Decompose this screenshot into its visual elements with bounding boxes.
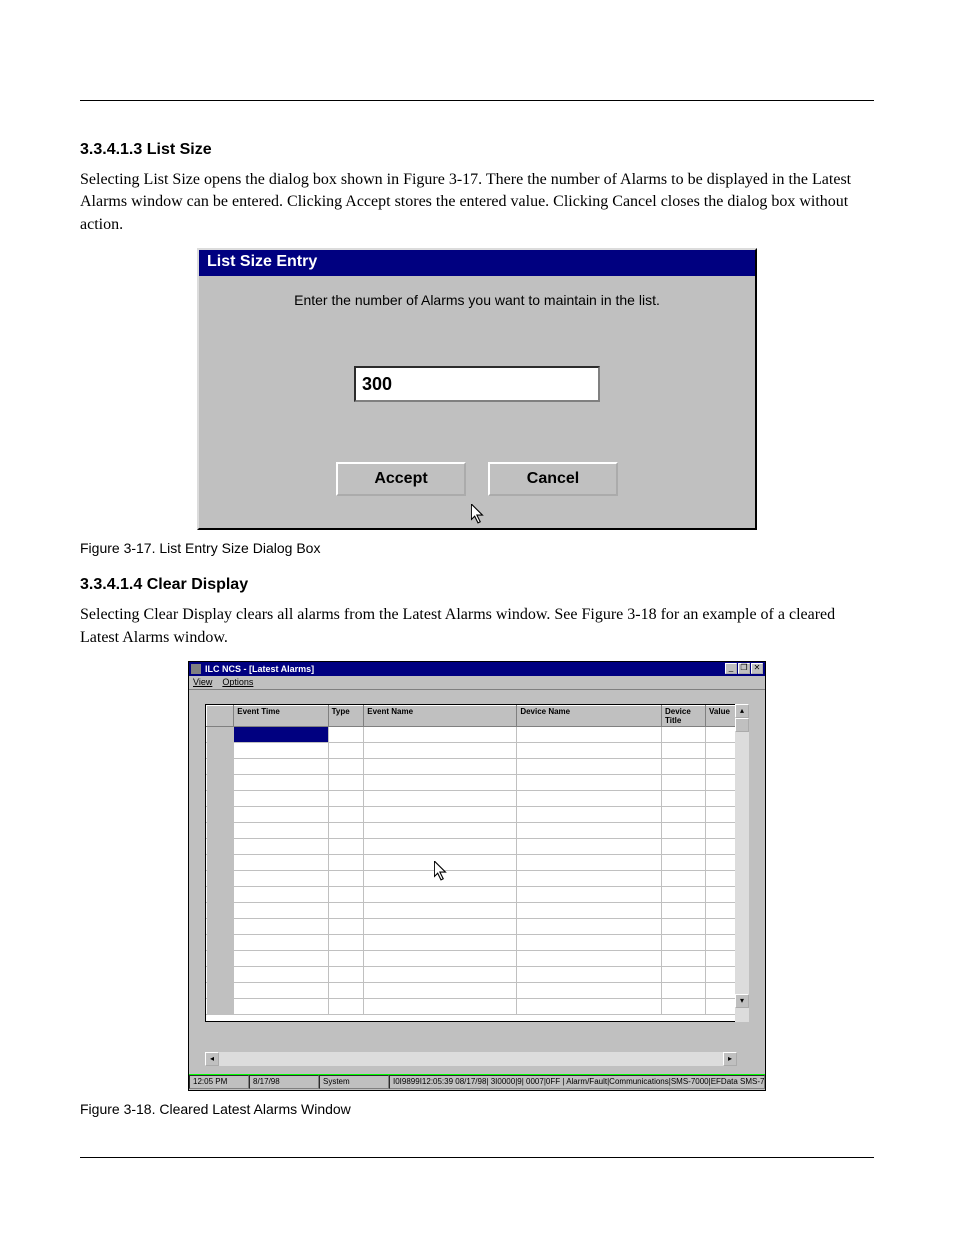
table-row[interactable] — [207, 790, 748, 806]
horizontal-scrollbar[interactable]: ◂ ▸ — [205, 1052, 737, 1066]
table-row[interactable] — [207, 774, 748, 790]
scroll-up-button[interactable]: ▴ — [735, 704, 749, 718]
menu-options[interactable]: Options — [222, 677, 253, 687]
status-mode: System — [319, 1075, 389, 1089]
table-row[interactable] — [207, 870, 748, 886]
table-row[interactable] — [207, 758, 748, 774]
table-header-row: Event Time Type Event Name Device Name D… — [207, 705, 748, 726]
column-header-event-time[interactable]: Event Time — [234, 705, 328, 726]
paragraph-clear-display: Selecting Clear Display clears all alarm… — [80, 604, 874, 649]
window-titlebar: ILC NCS - [Latest Alarms] _ ❐ ✕ — [189, 662, 765, 676]
column-header-event-name[interactable]: Event Name — [364, 705, 517, 726]
section-heading-clear-display: 3.3.4.1.4 Clear Display — [80, 576, 874, 594]
status-bar: 12:05 PM 8/17/98 System I0I9899I12:05:39… — [189, 1074, 765, 1090]
close-button[interactable]: ✕ — [751, 663, 763, 674]
status-date: 8/17/98 — [249, 1075, 319, 1089]
scroll-right-button[interactable]: ▸ — [723, 1052, 737, 1066]
list-size-input[interactable] — [354, 366, 600, 402]
section-heading-list-size: 3.3.4.1.3 List Size — [80, 141, 874, 159]
table-row[interactable] — [207, 806, 748, 822]
window-title: ILC NCS - [Latest Alarms] — [205, 664, 314, 674]
selected-cell[interactable] — [234, 726, 328, 742]
table-row[interactable] — [207, 950, 748, 966]
table-row[interactable] — [207, 854, 748, 870]
figure-17-label: Figure 3-17. List Entry Size Dialog Box — [80, 540, 874, 556]
table-row[interactable] — [207, 886, 748, 902]
header-rule — [80, 100, 874, 101]
status-message: I0I9899I12:05:39 08/17/98| 3I0000|9| 000… — [389, 1075, 765, 1089]
dialog-prompt: Enter the number of Alarms you want to m… — [199, 276, 755, 308]
cursor-arrow-icon — [471, 504, 485, 524]
table-row[interactable] — [207, 934, 748, 950]
accept-button[interactable]: Accept — [336, 462, 466, 496]
table-row[interactable] — [207, 742, 748, 758]
menu-view[interactable]: View — [193, 677, 212, 687]
figure-18-label: Figure 3-18. Cleared Latest Alarms Windo… — [80, 1101, 874, 1117]
alarms-grid[interactable]: Event Time Type Event Name Device Name D… — [205, 704, 749, 1022]
maximize-button[interactable]: ❐ — [738, 663, 750, 674]
table-row[interactable] — [207, 918, 748, 934]
vertical-scrollbar[interactable]: ▴ ▾ — [735, 704, 749, 1022]
minimize-button[interactable]: _ — [725, 663, 737, 674]
paragraph-list-size: Selecting List Size opens the dialog box… — [80, 169, 874, 236]
system-menu-icon[interactable] — [191, 664, 201, 674]
table-row[interactable] — [207, 902, 748, 918]
footer-rule — [80, 1157, 874, 1158]
table-row[interactable] — [207, 726, 748, 742]
table-row[interactable] — [207, 966, 748, 982]
status-time: 12:05 PM — [189, 1075, 249, 1089]
column-header-rowselect[interactable] — [207, 705, 234, 726]
cancel-button[interactable]: Cancel — [488, 462, 618, 496]
dialog-title: List Size Entry — [207, 253, 317, 270]
list-size-entry-dialog: List Size Entry Enter the number of Alar… — [197, 248, 757, 530]
dialog-titlebar: List Size Entry — [199, 250, 755, 276]
scroll-thumb[interactable] — [735, 718, 749, 732]
scroll-down-button[interactable]: ▾ — [735, 994, 749, 1008]
table-row[interactable] — [207, 982, 748, 998]
scroll-left-button[interactable]: ◂ — [205, 1052, 219, 1066]
column-header-device-name[interactable]: Device Name — [517, 705, 662, 726]
column-header-type[interactable]: Type — [328, 705, 364, 726]
table-row[interactable] — [207, 822, 748, 838]
menu-bar: View Options — [189, 676, 765, 690]
table-row[interactable] — [207, 998, 748, 1014]
column-header-device-title[interactable]: Device Title — [661, 705, 705, 726]
latest-alarms-window: ILC NCS - [Latest Alarms] _ ❐ ✕ View Opt… — [188, 661, 766, 1091]
table-row[interactable] — [207, 838, 748, 854]
